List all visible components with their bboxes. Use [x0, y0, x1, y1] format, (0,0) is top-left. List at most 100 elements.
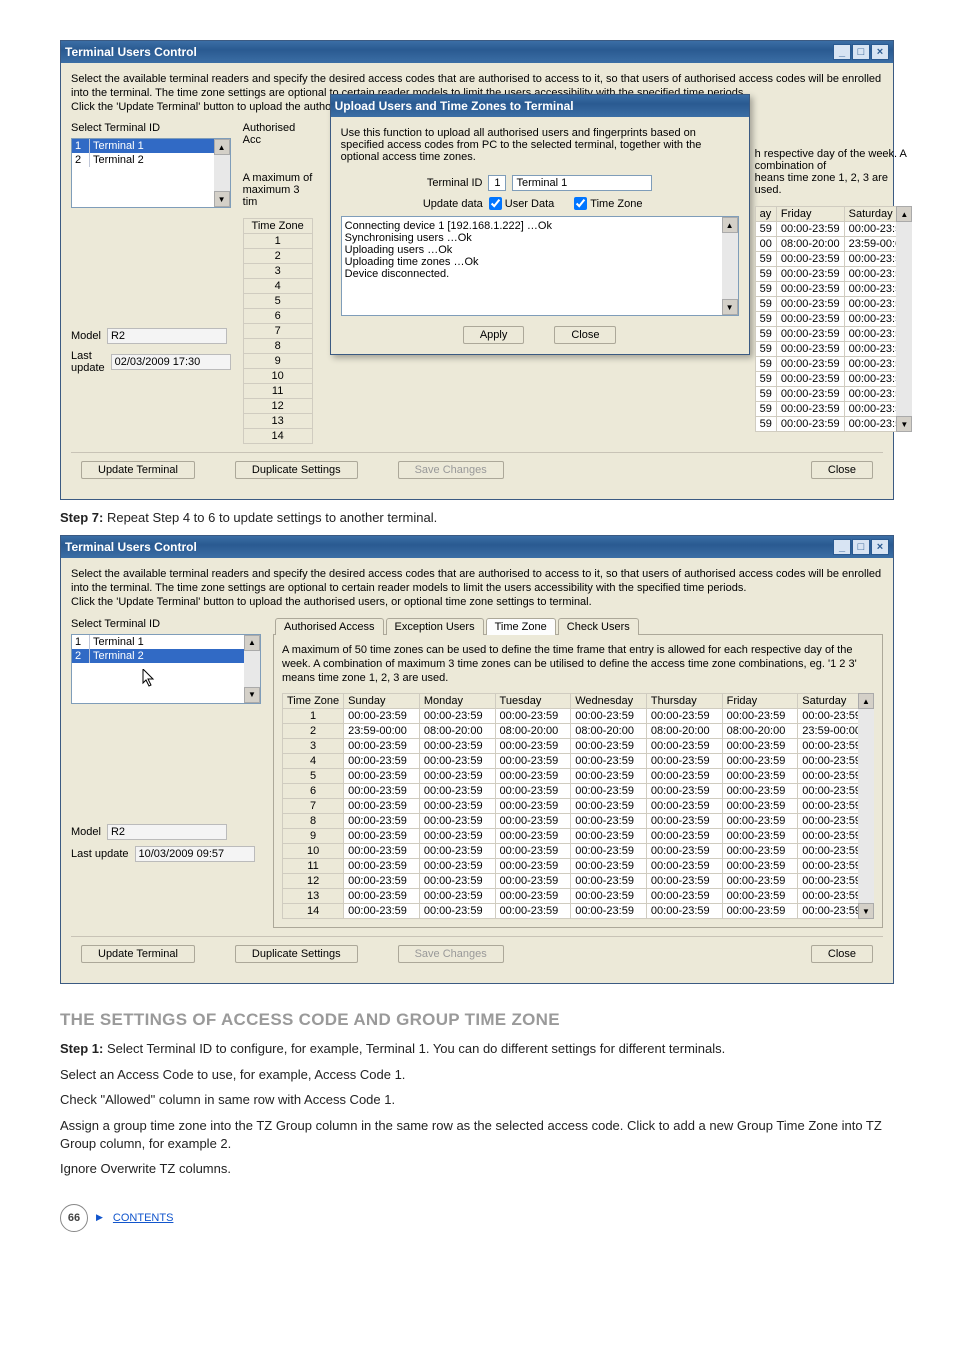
cell[interactable]: 59 [755, 327, 776, 342]
cell[interactable]: 00:00-23:59 [776, 222, 844, 237]
tab-exception-users[interactable]: Exception Users [386, 618, 484, 635]
tz-cell[interactable]: 4 [243, 279, 312, 294]
cell[interactable]: 00:00-23:59 [722, 889, 798, 904]
table-row[interactable]: 5900:00-23:5900:00-23:59 [755, 387, 912, 402]
cell[interactable]: 00:00-23:59 [495, 844, 571, 859]
cell[interactable]: 00:00-23:59 [722, 829, 798, 844]
cell[interactable]: 00:00-23:59 [419, 874, 495, 889]
cell[interactable]: 00:00-23:59 [495, 814, 571, 829]
tz-cell[interactable]: 5 [243, 294, 312, 309]
cell[interactable]: 10 [283, 844, 344, 859]
table-row[interactable]: 1200:00-23:5900:00-23:5900:00-23:5900:00… [283, 874, 874, 889]
cell[interactable]: 00:00-23:59 [419, 784, 495, 799]
title-bar[interactable]: Terminal Users Control _ □ × [61, 41, 893, 63]
tz-cell[interactable]: 12 [243, 399, 312, 414]
chevron-up-icon[interactable]: ▲ [858, 693, 874, 709]
cell[interactable]: 00:00-23:59 [776, 357, 844, 372]
table-row[interactable]: 1100:00-23:5900:00-23:5900:00-23:5900:00… [283, 859, 874, 874]
cell[interactable]: 00 [755, 237, 776, 252]
cell[interactable]: 00:00-23:59 [344, 799, 420, 814]
table-row[interactable]: 5900:00-23:5900:00-23:59 [755, 297, 912, 312]
cell[interactable]: 00:00-23:59 [495, 829, 571, 844]
terminal-list-item[interactable]: 2 Terminal 2 [72, 649, 260, 663]
cell[interactable]: 59 [755, 282, 776, 297]
table-row[interactable]: 223:59-00:0008:00-20:0008:00-20:0008:00-… [283, 724, 874, 739]
cell[interactable]: 00:00-23:59 [776, 417, 844, 432]
cell[interactable]: 00:00-23:59 [646, 769, 722, 784]
cell[interactable]: 00:00-23:59 [419, 739, 495, 754]
cell[interactable]: 00:00-23:59 [571, 829, 647, 844]
cell[interactable]: 00:00-23:59 [776, 327, 844, 342]
cell[interactable]: 3 [283, 739, 344, 754]
table-row[interactable]: 5900:00-23:5900:00-23:59 [755, 327, 912, 342]
cell[interactable]: 59 [755, 252, 776, 267]
cell[interactable]: 00:00-23:59 [646, 874, 722, 889]
cell[interactable]: 00:00-23:59 [419, 859, 495, 874]
tz-cell[interactable]: 3 [243, 264, 312, 279]
cell[interactable]: 00:00-23:59 [344, 829, 420, 844]
tz-cell[interactable]: 7 [243, 324, 312, 339]
minimize-icon[interactable]: _ [833, 539, 851, 555]
close-button[interactable]: Close [811, 461, 873, 479]
cell[interactable]: 00:00-23:59 [571, 874, 647, 889]
cell[interactable]: 00:00-23:59 [495, 739, 571, 754]
cell[interactable]: 00:00-23:59 [722, 709, 798, 724]
cell[interactable]: 00:00-23:59 [495, 904, 571, 919]
terminal-list[interactable]: 1 Terminal 1 2 Terminal 2 ▲ ▼ [71, 634, 261, 704]
cell[interactable]: 2 [283, 724, 344, 739]
cell[interactable]: 00:00-23:59 [722, 754, 798, 769]
cell[interactable]: 00:00-23:59 [646, 904, 722, 919]
duplicate-settings-button[interactable]: Duplicate Settings [235, 945, 358, 963]
cell[interactable]: 08:00-20:00 [776, 237, 844, 252]
cell[interactable]: 00:00-23:59 [344, 889, 420, 904]
title-bar[interactable]: Terminal Users Control _ □ × [61, 536, 893, 558]
table-row[interactable]: 100:00-23:5900:00-23:5900:00-23:5900:00-… [283, 709, 874, 724]
cell[interactable]: 59 [755, 342, 776, 357]
terminal-list-item[interactable]: 1 Terminal 1 [72, 635, 260, 649]
cell[interactable]: 08:00-20:00 [495, 724, 571, 739]
close-button[interactable]: Close [554, 326, 616, 344]
cell[interactable]: 08:00-20:00 [646, 724, 722, 739]
cell[interactable]: 00:00-23:59 [646, 754, 722, 769]
cell[interactable]: 00:00-23:59 [571, 754, 647, 769]
cell[interactable]: 00:00-23:59 [722, 784, 798, 799]
cell[interactable]: 00:00-23:59 [646, 709, 722, 724]
cell[interactable]: 00:00-23:59 [419, 829, 495, 844]
cell[interactable]: 11 [283, 859, 344, 874]
cell[interactable]: 00:00-23:59 [344, 754, 420, 769]
cell[interactable]: 00:00-23:59 [722, 904, 798, 919]
maximize-icon[interactable]: □ [852, 44, 870, 60]
chevron-down-icon[interactable]: ▼ [858, 903, 874, 919]
cell[interactable]: 08:00-20:00 [722, 724, 798, 739]
checkbox-time-zone[interactable]: Time Zone [574, 197, 642, 210]
chevron-up-icon[interactable]: ▲ [244, 635, 260, 651]
contents-link[interactable]: CONTENTS [113, 1212, 174, 1224]
close-button[interactable]: Close [811, 945, 873, 963]
terminal-list[interactable]: 1 Terminal 1 2 Terminal 2 ▲ ▼ [71, 138, 231, 208]
chevron-down-icon[interactable]: ▼ [244, 687, 260, 703]
table-row[interactable]: 300:00-23:5900:00-23:5900:00-23:5900:00-… [283, 739, 874, 754]
table-row[interactable]: 5900:00-23:5900:00-23:59 [755, 282, 912, 297]
cell[interactable]: 00:00-23:59 [646, 889, 722, 904]
cell[interactable]: 00:00-23:59 [344, 904, 420, 919]
cell[interactable]: 00:00-23:59 [776, 387, 844, 402]
cell[interactable]: 00:00-23:59 [571, 769, 647, 784]
terminal-list-item[interactable]: 2 Terminal 2 [72, 153, 230, 167]
tz-cell[interactable]: 1 [243, 234, 312, 249]
table-row[interactable]: 5900:00-23:5900:00-23:59 [755, 342, 912, 357]
update-terminal-button[interactable]: Update Terminal [81, 945, 195, 963]
cell[interactable]: 59 [755, 402, 776, 417]
cell[interactable]: 00:00-23:59 [419, 709, 495, 724]
cell[interactable]: 08:00-20:00 [419, 724, 495, 739]
cell[interactable]: 00:00-23:59 [344, 814, 420, 829]
cell[interactable]: 59 [755, 222, 776, 237]
table-row[interactable]: 1400:00-23:5900:00-23:5900:00-23:5900:00… [283, 904, 874, 919]
cell[interactable]: 00:00-23:59 [419, 889, 495, 904]
table-row[interactable]: 5900:00-23:5900:00-23:59 [755, 357, 912, 372]
table-row[interactable]: 5900:00-23:5900:00-23:59 [755, 222, 912, 237]
save-changes-button[interactable]: Save Changes [398, 945, 504, 963]
tz-cell[interactable]: 9 [243, 354, 312, 369]
cell[interactable]: 00:00-23:59 [776, 372, 844, 387]
scrollbar[interactable]: ▲ ▼ [896, 206, 912, 432]
cell[interactable]: 00:00-23:59 [419, 799, 495, 814]
